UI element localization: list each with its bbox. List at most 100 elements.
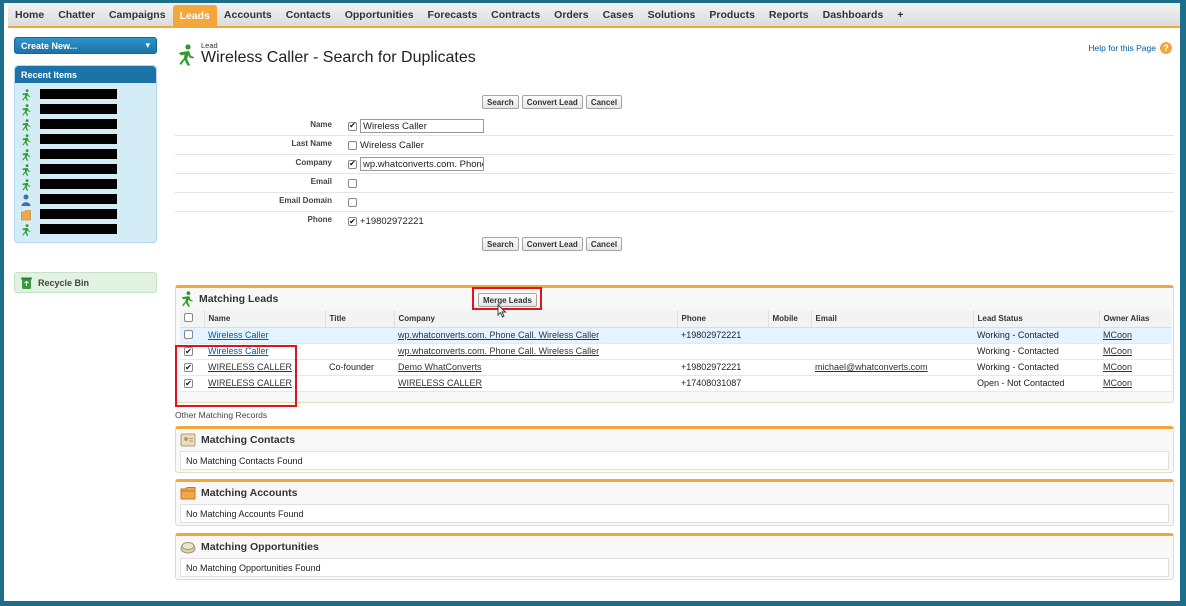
lead-owner-link[interactable]: MCoon	[1103, 362, 1132, 372]
company-label: Company	[295, 158, 332, 167]
email-domain-checkbox[interactable]	[348, 197, 357, 207]
table-row[interactable]: ✔ WIRELESS CALLER WIRELESS CALLER +17408031…	[180, 375, 1171, 392]
tab-chatter[interactable]: Chatter	[51, 3, 102, 26]
recent-item[interactable]	[15, 101, 156, 116]
merge-highlight-box	[472, 287, 542, 310]
redacted-item-name	[40, 148, 117, 159]
select-all-checkbox[interactable]	[184, 312, 193, 322]
help-link[interactable]: Help for this Page ?	[1088, 42, 1172, 54]
tab-dashboards[interactable]: Dashboards	[816, 3, 891, 26]
create-new-label: Create New...	[21, 40, 78, 51]
lead-status: Open - Not Contacted	[977, 378, 1065, 388]
tab-add-plus[interactable]: +	[890, 3, 910, 26]
redacted-item-name	[40, 208, 117, 219]
name-input[interactable]: Wireless Caller	[360, 119, 484, 133]
cancel-button-bottom[interactable]: Cancel	[585, 237, 623, 251]
main-content: Lead Wireless Caller - Search for Duplic…	[171, 37, 1174, 580]
create-new-dropdown[interactable]: Create New... ▾	[14, 37, 157, 54]
table-row[interactable]: Wireless Caller wp.whatconverts.com. Phon…	[180, 327, 1171, 344]
tab-solutions[interactable]: Solutions	[641, 3, 703, 26]
column-header-title[interactable]: Title	[324, 310, 394, 328]
phone-checkbox[interactable]: ✔	[348, 217, 357, 226]
recent-item[interactable]	[15, 116, 156, 131]
lead-title: Co-founder	[329, 362, 375, 372]
column-header-phone[interactable]: Phone	[676, 310, 768, 328]
cancel-button[interactable]: Cancel	[585, 95, 623, 109]
name-checkbox[interactable]: ✔	[348, 121, 357, 131]
lead-company-link[interactable]: WIRELESS CALLER	[398, 378, 482, 388]
recent-item[interactable]	[15, 131, 156, 146]
table-cell: Demo WhatConverts	[394, 359, 677, 376]
lead-name-link[interactable]: Wireless Caller	[208, 330, 269, 340]
lead-icon	[21, 88, 31, 101]
criteria-row-last-name: Last Name Wireless Caller	[175, 136, 1174, 155]
convert-lead-button-bottom[interactable]: Convert Lead	[521, 237, 583, 251]
matching-leads-table: Name Title Company Phone Mobile Email Le…	[180, 310, 1171, 392]
company-checkbox[interactable]: ✔	[348, 159, 357, 169]
table-cell: +19802972221	[677, 327, 768, 344]
last-name-checkbox[interactable]	[348, 140, 357, 150]
company-input[interactable]: wp.whatconverts.com. Phone	[360, 157, 484, 171]
lead-email-link[interactable]: michael@whatconverts.com	[815, 362, 928, 372]
redacted-item-name	[40, 193, 117, 204]
tab-leads[interactable]: Leads	[172, 5, 217, 26]
lead-icon	[21, 118, 31, 131]
tab-products[interactable]: Products	[702, 3, 762, 26]
tab-campaigns[interactable]: Campaigns	[102, 3, 173, 26]
column-header-lead-status[interactable]: Lead Status	[972, 310, 1099, 328]
tab-cases[interactable]: Cases	[596, 3, 641, 26]
lead-owner-link[interactable]: MCoon	[1103, 346, 1132, 356]
matching-leads-title: Matching Leads	[199, 293, 279, 305]
tab-bar: Home Chatter Campaigns Leads Accounts Co…	[8, 3, 1180, 28]
recent-item[interactable]	[15, 191, 156, 206]
tab-home[interactable]: Home	[8, 3, 51, 26]
table-cell	[768, 327, 811, 344]
search-button-bottom[interactable]: Search	[482, 237, 519, 251]
tab-contacts[interactable]: Contacts	[279, 3, 338, 26]
column-header-owner-alias[interactable]: Owner Alias	[1098, 310, 1171, 328]
table-cell	[811, 327, 973, 344]
search-button[interactable]: Search	[482, 95, 519, 109]
tab-contracts[interactable]: Contracts	[484, 3, 547, 26]
row-checkbox[interactable]	[184, 329, 193, 339]
column-header-mobile[interactable]: Mobile	[767, 310, 811, 328]
table-cell	[180, 327, 204, 344]
table-row[interactable]: ✔ Wireless Caller wp.whatconverts.com. Pho…	[180, 343, 1171, 360]
recent-item[interactable]	[15, 86, 156, 101]
tab-reports[interactable]: Reports	[762, 3, 816, 26]
table-cell	[768, 359, 811, 376]
tab-forecasts[interactable]: Forecasts	[421, 3, 485, 26]
lead-owner-link[interactable]: MCoon	[1103, 378, 1132, 388]
table-cell: Working - Contacted	[973, 343, 1099, 360]
lead-icon	[21, 223, 31, 236]
table-row[interactable]: ✔ WIRELESS CALLER Co-founder Demo WhatConve…	[180, 359, 1171, 376]
recent-item[interactable]	[15, 161, 156, 176]
recent-item[interactable]	[15, 221, 156, 236]
matching-contacts-section: Matching Contacts No Matching Contacts F…	[175, 426, 1174, 473]
column-header-name[interactable]: Name	[203, 310, 325, 328]
email-label: Email	[310, 177, 332, 186]
convert-lead-button[interactable]: Convert Lead	[521, 95, 583, 109]
lead-phone: +19802972221	[681, 362, 742, 372]
recent-item[interactable]	[15, 146, 156, 161]
lead-owner-link[interactable]: MCoon	[1103, 330, 1132, 340]
recent-item[interactable]	[15, 176, 156, 191]
table-cell: wp.whatconverts.com. Phone Call. Wireles…	[394, 343, 677, 360]
column-header-company[interactable]: Company	[393, 310, 677, 328]
lead-company-link[interactable]: Demo WhatConverts	[398, 362, 482, 372]
tab-orders[interactable]: Orders	[547, 3, 595, 26]
recycle-bin-link[interactable]: Recycle Bin	[14, 272, 157, 293]
tab-accounts[interactable]: Accounts	[217, 3, 279, 26]
recent-item[interactable]	[15, 206, 156, 221]
lead-company-link[interactable]: wp.whatconverts.com. Phone Call. Wireles…	[398, 346, 599, 356]
column-header-email[interactable]: Email	[810, 310, 973, 328]
lead-company-link[interactable]: wp.whatconverts.com. Phone Call. Wireles…	[398, 330, 599, 340]
last-name-label: Last Name	[291, 139, 332, 148]
checked-rows-highlight-box	[175, 345, 297, 407]
email-checkbox[interactable]	[348, 178, 357, 188]
last-name-value: Wireless Caller	[360, 139, 424, 151]
criteria-row-phone: Phone ✔ +19802972221	[175, 212, 1174, 231]
criteria-row-name: Name ✔ Wireless Caller	[175, 117, 1174, 136]
redacted-item-name	[40, 163, 117, 174]
tab-opportunities[interactable]: Opportunities	[338, 3, 421, 26]
